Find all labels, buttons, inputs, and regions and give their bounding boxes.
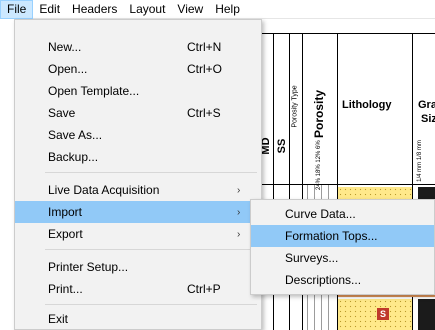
lithology-header: Lithology xyxy=(342,99,392,111)
menu-item-import[interactable]: Import › xyxy=(15,201,261,223)
submenu-item-curve-data[interactable]: Curve Data... xyxy=(251,203,434,225)
submenu-item-label: Descriptions... xyxy=(285,273,362,287)
submenu-arrow-icon: › xyxy=(237,184,241,196)
menu-item-save[interactable]: Save Ctrl+S xyxy=(15,102,261,124)
porosity-ticks: 24% 18% 12% 6% xyxy=(316,140,322,190)
menubar-file[interactable]: File xyxy=(0,0,34,19)
menu-item-label: Save xyxy=(48,106,76,120)
submenu-item-label: Formation Tops... xyxy=(285,229,378,243)
menu-item-label: Print... xyxy=(48,282,83,296)
menu-item-label: Backup... xyxy=(48,150,99,164)
menu-item-print[interactable]: Print... Ctrl+P xyxy=(15,278,261,300)
menu-item-printer-setup[interactable]: Printer Setup... xyxy=(15,256,261,278)
submenu-item-formation-tops[interactable]: Formation Tops... xyxy=(251,225,434,247)
import-submenu: Curve Data... Formation Tops... Surveys.… xyxy=(250,199,435,295)
menu-item-shortcut: Ctrl+O xyxy=(187,62,223,76)
grain-bar xyxy=(418,299,435,330)
submenu-item-label: Surveys... xyxy=(285,251,339,265)
menu-separator xyxy=(45,304,257,305)
ss-header: SS xyxy=(276,138,288,154)
submenu-arrow-icon: › xyxy=(237,206,241,218)
file-menu: New... Ctrl+N Open... Ctrl+O Open Templa… xyxy=(14,19,262,330)
menubar-view[interactable]: View xyxy=(171,0,209,19)
menubar: File Edit Headers Layout View Help xyxy=(0,0,435,19)
grain-size-ticks: 1/4 mm 1/8 mm xyxy=(417,140,423,182)
sand-layer xyxy=(338,299,412,330)
porosity-type-header: Porosity Type xyxy=(291,85,299,128)
menu-item-label: Open Template... xyxy=(48,84,140,98)
submenu-item-descriptions[interactable]: Descriptions... xyxy=(251,269,434,291)
menu-item-shortcut: Ctrl+N xyxy=(187,40,222,54)
grain-size-header-2: Siz xyxy=(421,113,435,125)
menu-separator xyxy=(45,249,257,250)
menu-item-open-template[interactable]: Open Template... xyxy=(15,80,261,102)
menubar-headers[interactable]: Headers xyxy=(66,0,123,19)
porosity-header: Porosity xyxy=(312,90,326,139)
menu-item-new[interactable]: New... Ctrl+N xyxy=(15,36,261,58)
header-top-line xyxy=(258,33,435,34)
menu-item-label: Save As... xyxy=(48,128,103,142)
submenu-item-surveys[interactable]: Surveys... xyxy=(251,247,434,269)
menubar-edit[interactable]: Edit xyxy=(33,0,66,19)
grain-size-header: Gra xyxy=(418,99,435,111)
menu-item-shortcut: Ctrl+P xyxy=(187,282,221,296)
menubar-layout[interactable]: Layout xyxy=(123,0,171,19)
submenu-item-label: Curve Data... xyxy=(285,207,356,221)
sample-marker: S xyxy=(377,308,389,320)
menu-separator xyxy=(45,172,257,173)
menu-item-label: New... xyxy=(48,40,82,54)
menu-item-label: Printer Setup... xyxy=(48,260,129,274)
header-bottom-line xyxy=(258,184,435,185)
menu-item-label: Open... xyxy=(48,62,88,76)
menu-item-label: Live Data Acquisition xyxy=(48,183,160,197)
menu-item-export[interactable]: Export › xyxy=(15,223,261,245)
menu-item-save-as[interactable]: Save As... xyxy=(15,124,261,146)
menu-item-backup[interactable]: Backup... xyxy=(15,146,261,168)
menu-item-shortcut: Ctrl+S xyxy=(187,106,221,120)
menubar-help[interactable]: Help xyxy=(209,0,246,19)
menu-item-label: Exit xyxy=(48,312,69,326)
menu-item-exit[interactable]: Exit xyxy=(15,308,261,330)
submenu-arrow-icon: › xyxy=(237,228,241,240)
menu-item-label: Import xyxy=(48,205,83,219)
menu-item-open[interactable]: Open... Ctrl+O xyxy=(15,58,261,80)
menu-item-label: Export xyxy=(48,227,83,241)
menu-item-live-data-acquisition[interactable]: Live Data Acquisition › xyxy=(15,179,261,201)
